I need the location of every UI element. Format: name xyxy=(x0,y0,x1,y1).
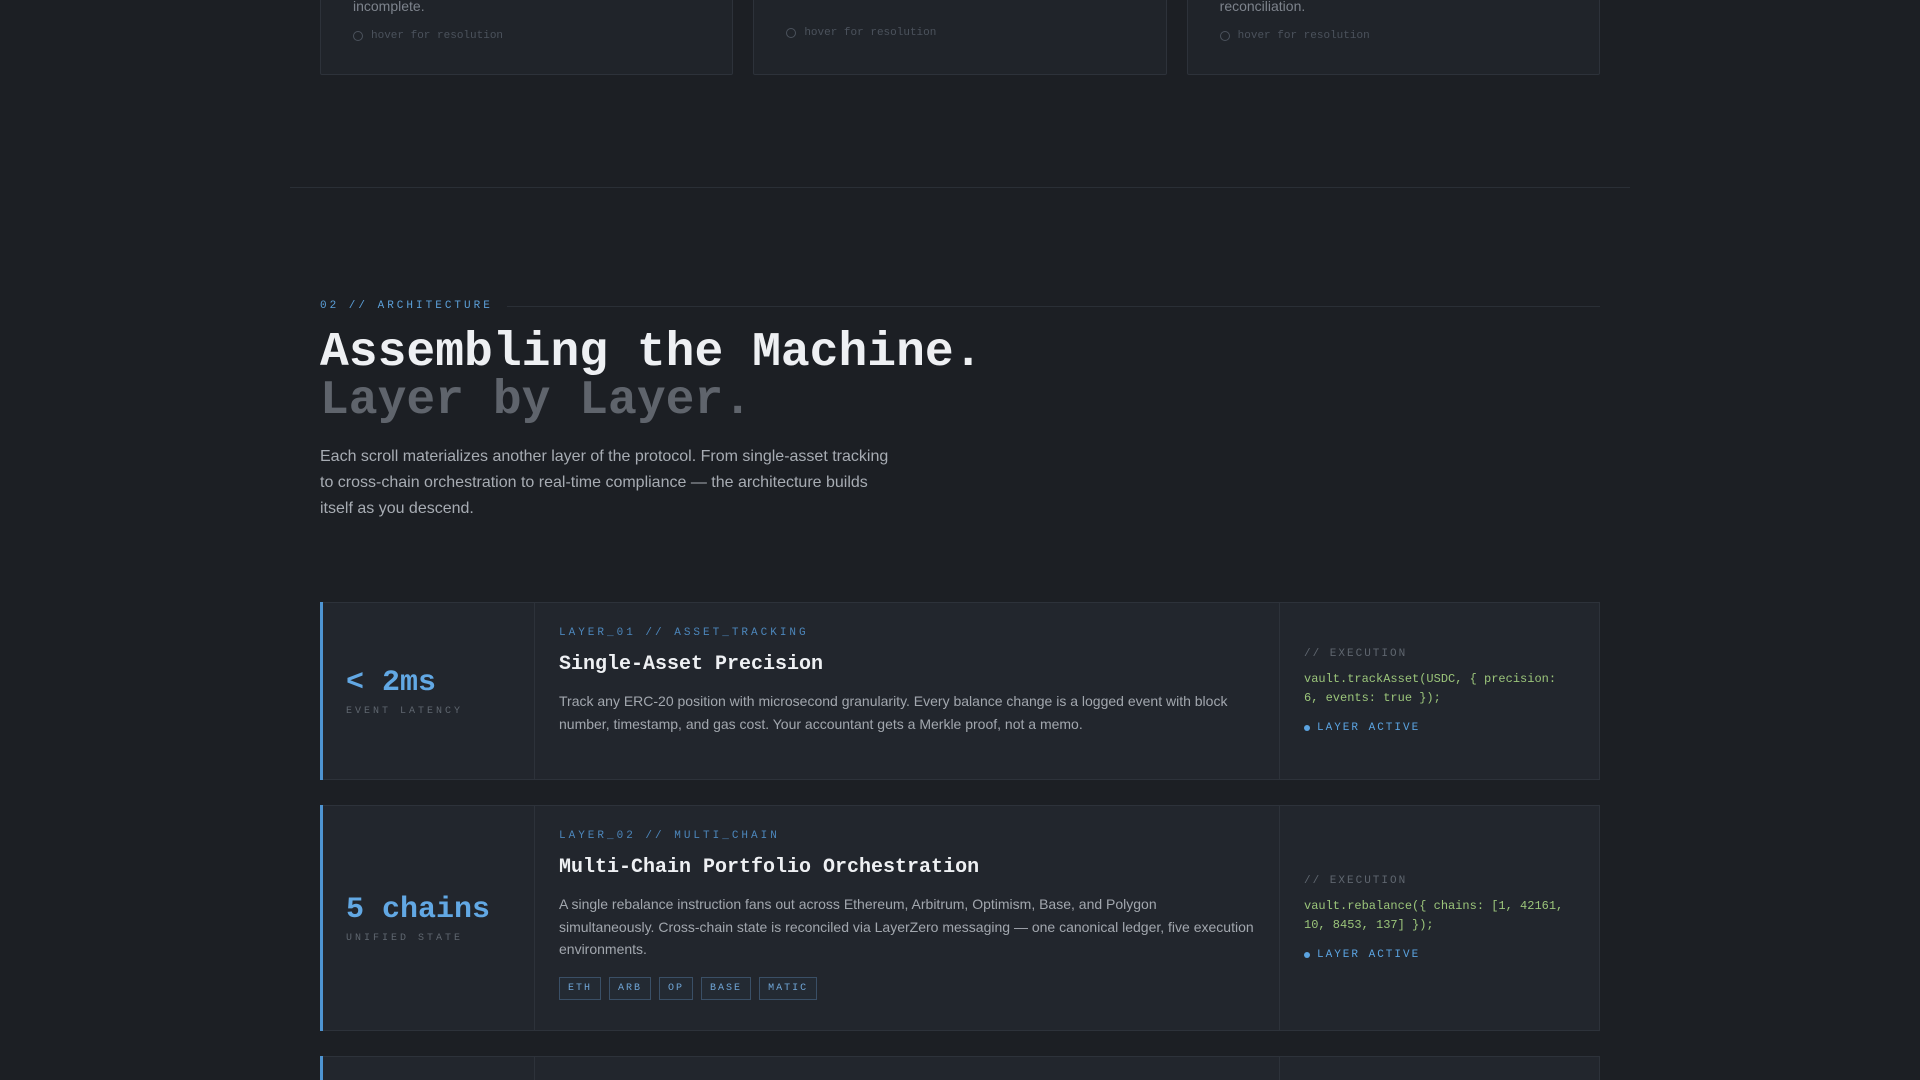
execution-code: vault.rebalance({ chains: [1, 42161, 10,… xyxy=(1304,899,1564,932)
layer-description: A single rebalance instruction fans out … xyxy=(559,896,1254,957)
hover-hint-label: hover for resolution xyxy=(804,27,937,39)
layer-content: LAYER_02 // MULTI_CHAIN Multi-Chain Port… xyxy=(535,806,1280,1030)
stat-value: 5 chains xyxy=(346,892,491,927)
layer-stat xyxy=(321,1057,535,1080)
stat-label: UNIFIED STATE xyxy=(346,932,464,944)
layer-content xyxy=(535,1057,1280,1080)
hover-hint: hover for resolution xyxy=(786,27,936,39)
layer-title: Multi-Chain Portfolio Orchestration xyxy=(559,856,980,879)
section-eyebrow-row: 02 // ARCHITECTURE xyxy=(320,300,1600,312)
chain-chip-matic[interactable]: MATIC xyxy=(759,976,818,1000)
chain-chip-eth[interactable]: ETH xyxy=(559,976,602,1000)
problem-card-text: reconciliation. xyxy=(1219,0,1306,14)
circle-icon xyxy=(786,28,797,38)
chain-chip-arb[interactable]: ARB xyxy=(609,976,652,1000)
stat-value: < 2ms xyxy=(346,665,437,700)
execution-label: // EXECUTION xyxy=(1304,648,1408,660)
layer-card-next[interactable] xyxy=(320,1056,1600,1080)
layer-status-label: LAYER ACTIVE xyxy=(1317,949,1421,961)
eyebrow-line xyxy=(506,305,1600,307)
problem-cards-row: incomplete. hover for resolution hover f… xyxy=(320,0,1600,75)
layer-execution: // EXECUTION vault.rebalance({ chains: [… xyxy=(1280,806,1599,1030)
chain-chips: ETH ARB OP BASE MATIC xyxy=(559,976,1255,1000)
layer-description: Track any ERC-20 position with microseco… xyxy=(559,693,1228,732)
execution-code: vault.trackAsset(USDC, { precision: 6, e… xyxy=(1304,672,1557,705)
chain-chip-op[interactable]: OP xyxy=(659,976,694,1000)
circle-icon xyxy=(353,31,363,41)
problem-card[interactable]: hover for resolution xyxy=(753,0,1167,75)
layer-card-multi-chain[interactable]: 5 chains UNIFIED STATE LAYER_02 // MULTI… xyxy=(320,805,1600,1031)
layer-status: LAYER ACTIVE xyxy=(1304,722,1575,734)
problem-card[interactable]: reconciliation. hover for resolution xyxy=(1186,0,1600,75)
hover-hint-label: hover for resolution xyxy=(371,30,504,42)
circle-icon xyxy=(1219,31,1230,41)
layer-execution xyxy=(1280,1057,1599,1080)
layer-tag: LAYER_01 // ASSET_TRACKING xyxy=(559,627,809,639)
problem-card-text: incomplete. xyxy=(353,0,425,14)
status-dot-icon xyxy=(1304,725,1310,731)
section-intro: Each scroll materializes another layer o… xyxy=(320,448,889,517)
stat-label: EVENT LATENCY xyxy=(346,705,464,717)
layer-title: Single-Asset Precision xyxy=(559,653,824,676)
layer-stat: 5 chains UNIFIED STATE xyxy=(321,806,535,1030)
section-title: Assembling the Machine. xyxy=(320,326,983,380)
execution-label: // EXECUTION xyxy=(1304,875,1408,887)
section-subtitle: Layer by Layer. xyxy=(320,374,753,428)
layer-stat: < 2ms EVENT LATENCY xyxy=(321,603,535,779)
section-eyebrow: 02 // ARCHITECTURE xyxy=(320,300,493,312)
layer-card-asset-tracking[interactable]: < 2ms EVENT LATENCY LAYER_01 // ASSET_TR… xyxy=(320,602,1600,780)
hover-hint-label: hover for resolution xyxy=(1237,30,1370,42)
section-divider xyxy=(290,187,1630,188)
chain-chip-base[interactable]: BASE xyxy=(701,976,752,1000)
layer-status: LAYER ACTIVE xyxy=(1304,949,1575,961)
layer-execution: // EXECUTION vault.trackAsset(USDC, { pr… xyxy=(1280,603,1599,779)
hover-hint: hover for resolution xyxy=(1219,30,1370,42)
layer-content: LAYER_01 // ASSET_TRACKING Single-Asset … xyxy=(535,603,1280,779)
hover-hint: hover for resolution xyxy=(353,30,503,42)
layer-tag: LAYER_02 // MULTI_CHAIN xyxy=(559,830,780,842)
layer-status-label: LAYER ACTIVE xyxy=(1317,722,1421,734)
status-dot-icon xyxy=(1304,952,1310,958)
problem-card[interactable]: incomplete. hover for resolution xyxy=(320,0,734,75)
